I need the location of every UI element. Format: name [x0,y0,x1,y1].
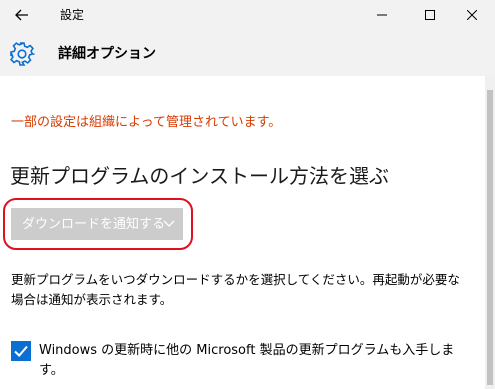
back-button[interactable] [0,0,44,30]
other-products-checkbox[interactable] [11,341,31,361]
org-managed-notice: 一部の設定は組織によって管理されています。 [11,115,282,130]
close-button[interactable] [449,0,495,30]
minimize-button[interactable] [359,0,405,30]
install-method-dropdown[interactable]: ダウンロードを通知する [11,208,183,240]
title-bar: 設定 [0,0,495,30]
arrow-left-icon [15,9,28,21]
checkmark-icon [14,345,28,357]
window-title: 設定 [60,8,85,22]
settings-window: 設定 詳細オプション 一部の設定は組織によって管理されています。 更新プログラム… [0,0,495,389]
minimize-icon [377,14,387,16]
checkbox-label: Windows の更新時に他の Microsoft 製品の更新プログラムも入手し… [39,343,455,378]
section-title: 更新プログラムのインストール方法を選ぶ [10,164,389,188]
page-header: 詳細オプション [0,30,495,76]
dropdown-selected-value: ダウンロードを通知する [22,217,166,232]
chevron-down-icon [163,220,175,227]
vertical-scrollbar[interactable] [485,76,495,389]
close-icon [467,10,477,20]
maximize-button[interactable] [407,0,453,30]
scrollbar-thumb[interactable] [487,90,493,385]
maximize-icon [425,10,435,20]
gear-icon [10,42,35,66]
description-text: 更新プログラムをいつダウンロードするかを選択してください。再起動が必要な場合は通… [11,272,460,307]
page-title: 詳細オプション [58,46,156,62]
